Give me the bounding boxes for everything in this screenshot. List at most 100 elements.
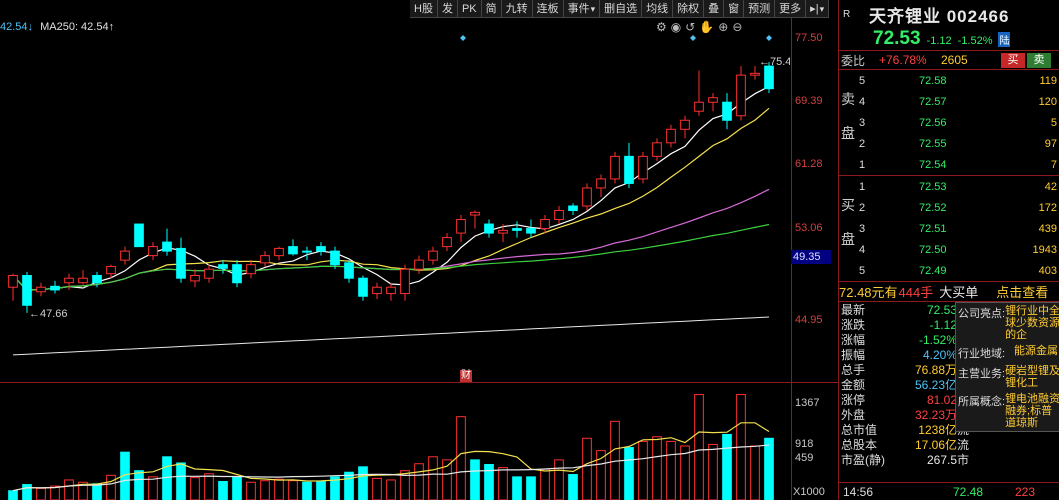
candle-body xyxy=(50,285,60,291)
volume-bar xyxy=(246,481,256,500)
kline-chart-area[interactable]: H股发PK简九转连板事件删自选均线除权叠窗预测更多▸| 42.54↓ MA250… xyxy=(0,0,838,500)
weibi-value: +76.78% xyxy=(879,53,927,67)
candle-body xyxy=(316,246,326,252)
volume-bar xyxy=(386,479,396,500)
bid-row[interactable]: 2 72.52 172 xyxy=(839,197,1059,218)
tb-yuce[interactable]: 预测 xyxy=(744,0,776,17)
bid-volume: 1943 xyxy=(1032,243,1057,256)
price-axis-label: 44.95 xyxy=(795,314,823,326)
candle-body xyxy=(568,205,578,212)
tb-jiuzhuan[interactable]: 九转 xyxy=(502,0,533,17)
ask-row[interactable]: 1 72.54 7 xyxy=(839,154,1059,175)
bid-row[interactable]: 4 72.50 1943 xyxy=(839,239,1059,260)
candle-body xyxy=(400,268,410,295)
ask-level: 5 xyxy=(859,74,866,87)
ask-row[interactable]: 4 72.57 120 xyxy=(839,91,1059,112)
bid-volume: 403 xyxy=(1038,264,1057,277)
tb-expand[interactable]: ▸| xyxy=(806,0,830,17)
tb-hgu[interactable]: H股 xyxy=(410,0,438,17)
candle-body xyxy=(260,255,270,264)
candle-body xyxy=(666,128,676,144)
volume-bar xyxy=(302,481,312,500)
candle-body xyxy=(232,264,242,284)
tb-more[interactable]: 更多 xyxy=(775,0,807,17)
volume-bar xyxy=(50,485,60,500)
stat-value: 267.5 xyxy=(926,452,957,467)
candle-body xyxy=(22,274,32,306)
tick-volume: 223 xyxy=(1014,484,1035,499)
volume-bar xyxy=(498,467,508,500)
candle-body xyxy=(694,101,704,112)
volume-chart[interactable] xyxy=(0,392,790,500)
f10-row[interactable]: 主营业务: 硬岩型锂及锂化工 xyxy=(956,363,1059,391)
candle-body xyxy=(106,265,116,275)
candle-body xyxy=(708,97,718,103)
tb-jian[interactable]: 简 xyxy=(482,0,502,17)
candle-body xyxy=(750,72,760,76)
candle-body xyxy=(218,264,228,269)
ask-row[interactable]: 3 72.56 5 xyxy=(839,112,1059,133)
r-mark: R xyxy=(843,8,851,20)
bid-volume: 42 xyxy=(1044,180,1057,193)
volume-bar xyxy=(274,478,284,500)
tb-chuang[interactable]: 窗 xyxy=(724,0,745,17)
tb-fa[interactable]: 发 xyxy=(438,0,458,17)
candle-body xyxy=(638,155,648,180)
candle-body xyxy=(8,274,18,288)
f10-value: 能源金属 xyxy=(1014,345,1058,357)
volume-bar xyxy=(568,474,578,500)
tb-delete-watch[interactable]: 删自选 xyxy=(600,0,643,17)
tb-die[interactable]: 叠 xyxy=(704,0,725,17)
stat-label: 市盈(静) xyxy=(841,453,885,467)
f10-value: 硬岩型锂及锂化工 xyxy=(1005,365,1059,389)
ask-row[interactable]: 2 72.55 97 xyxy=(839,133,1059,154)
candle-body xyxy=(582,187,592,207)
ask-volume: 119 xyxy=(1039,74,1057,87)
tb-shijian[interactable]: 事件 xyxy=(564,0,601,17)
tick-row: 14:56 72.48 223 xyxy=(839,482,1059,500)
finance-event-tag[interactable]: 财 xyxy=(460,370,472,382)
buy-button[interactable]: 买 xyxy=(1001,52,1025,68)
trade-detail-link[interactable]: 点击查看 xyxy=(996,282,1048,301)
volume-multiplier: X1000 xyxy=(793,486,825,498)
low-annotation: ←47.66 xyxy=(29,308,68,320)
ask-label: 盘 xyxy=(841,125,855,141)
candle-body xyxy=(498,229,508,234)
candle-body xyxy=(470,211,480,216)
stock-name: 天齐锂业 002466 xyxy=(869,6,1010,26)
ask-price: 72.55 xyxy=(919,137,947,150)
tb-lianban[interactable]: 连板 xyxy=(533,0,564,17)
trade-price: 72.48元有 xyxy=(839,285,898,300)
f10-row[interactable]: 公司亮点: 锂行业中全球少数资源的企 xyxy=(956,303,1059,343)
f10-value: 锂电池融资融券;标普道琼斯 xyxy=(1005,393,1059,429)
weibi-row: 委比 +76.78% 2605 买 卖 xyxy=(839,50,1059,70)
ask-price: 72.56 xyxy=(919,116,947,129)
tb-junxian[interactable]: 均线 xyxy=(642,0,674,17)
bid-row[interactable]: 1 72.53 42 xyxy=(839,176,1059,197)
tb-pk[interactable]: PK xyxy=(458,0,482,17)
bid-price: 72.49 xyxy=(919,264,947,277)
price-change: -1.12 xyxy=(926,35,952,47)
big-trade-bar: 72.48元有 444手 大买单 点击查看 xyxy=(839,282,1059,302)
tb-chuquan[interactable]: 除权 xyxy=(673,0,705,17)
candle-body xyxy=(722,101,732,121)
candlestick-chart[interactable]: ←75.46 ←47.66 xyxy=(0,30,790,382)
bid-row[interactable]: 5 72.49 403 xyxy=(839,260,1059,281)
sell-button[interactable]: 卖 xyxy=(1027,52,1051,68)
bid-label: 盘 xyxy=(841,231,855,247)
candle-body xyxy=(92,274,102,284)
price-axis-label: 53.06 xyxy=(795,222,823,234)
f10-value: 锂行业中全球少数资源的企 xyxy=(1005,305,1059,341)
ask-price: 72.54 xyxy=(919,158,947,171)
candle-body xyxy=(652,142,662,157)
ask-row[interactable]: 5 72.58 119 xyxy=(839,70,1059,91)
event-marker xyxy=(690,35,696,41)
f10-row[interactable]: 行业地域: 能源金属 xyxy=(956,343,1059,363)
candle-body xyxy=(680,119,690,130)
ma250-line xyxy=(12,316,770,356)
bid-row[interactable]: 3 72.51 439 xyxy=(839,218,1059,239)
f10-row[interactable]: 所属概念: 锂电池融资融券;标普道琼斯 xyxy=(956,391,1059,431)
stock-price-row: 72.53 -1.12 -1.52% 陆 xyxy=(839,28,1059,50)
stat-row: 总股本 17.06亿流 xyxy=(839,437,1059,452)
ask-volume: 5 xyxy=(1050,116,1057,129)
